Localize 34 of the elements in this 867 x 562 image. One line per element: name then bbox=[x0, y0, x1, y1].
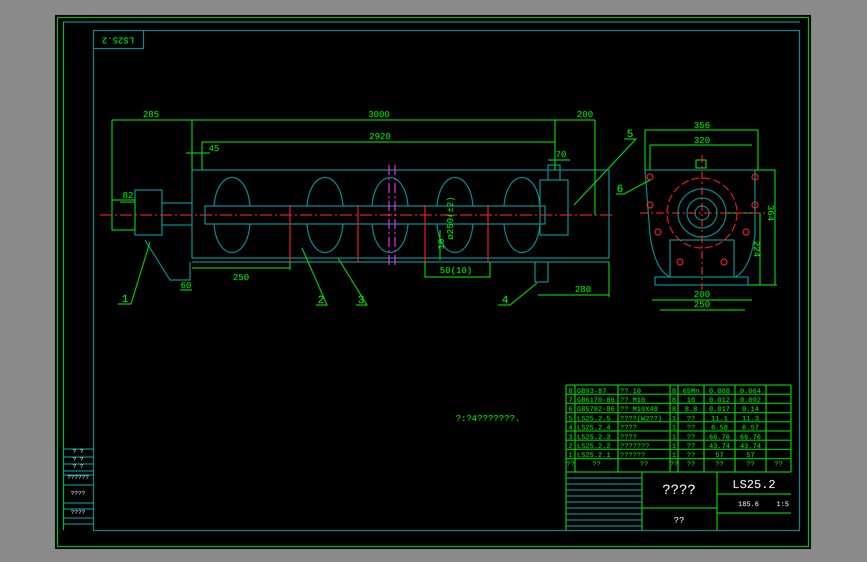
part-number-label: 4 bbox=[502, 295, 508, 307]
part-number-label: 1 bbox=[122, 294, 128, 306]
dimension-label: 45 bbox=[208, 144, 220, 154]
dimension-label: 50(10) bbox=[440, 266, 472, 276]
dimension-label: 3000 bbox=[368, 110, 390, 120]
dimension-label: 285 bbox=[142, 110, 160, 120]
dimension-label: 70 bbox=[556, 150, 566, 160]
part-number-label: 3 bbox=[358, 295, 364, 307]
dimension-label: 60 bbox=[180, 281, 192, 291]
leader-line bbox=[302, 248, 328, 306]
drawing-number-label: LS25.2 bbox=[102, 34, 134, 45]
dimension-label: ø250(±2) bbox=[446, 196, 456, 240]
leader-line bbox=[498, 282, 538, 306]
dimension-label: 224 bbox=[751, 240, 761, 258]
dimension-label: 82 bbox=[122, 191, 134, 201]
part-number-label: 2 bbox=[318, 295, 324, 307]
dimension-label: 320 bbox=[694, 136, 710, 146]
part-number-label: 6 bbox=[616, 184, 624, 196]
leader-line bbox=[338, 258, 368, 306]
dimension-label: 364 bbox=[765, 204, 775, 222]
dimension-label: 356 bbox=[694, 121, 710, 131]
drawing-title: ???? bbox=[662, 483, 696, 499]
dimension-label: 250 bbox=[232, 273, 250, 283]
part-number-label: 5 bbox=[626, 129, 634, 141]
leader-line bbox=[118, 242, 150, 304]
technical-note: ?:?4???????. bbox=[456, 414, 520, 424]
dimension-label: 200 bbox=[576, 110, 594, 120]
dimension-label: 200 bbox=[694, 290, 710, 300]
dimension-label: 10 bbox=[437, 238, 447, 250]
dimension-label: 250 bbox=[694, 300, 710, 310]
dimension-label: 280 bbox=[574, 285, 592, 295]
company-name: ?? bbox=[674, 516, 684, 526]
drawing-code: LS25.2 bbox=[732, 478, 776, 492]
dimension-label: 2920 bbox=[369, 132, 391, 142]
